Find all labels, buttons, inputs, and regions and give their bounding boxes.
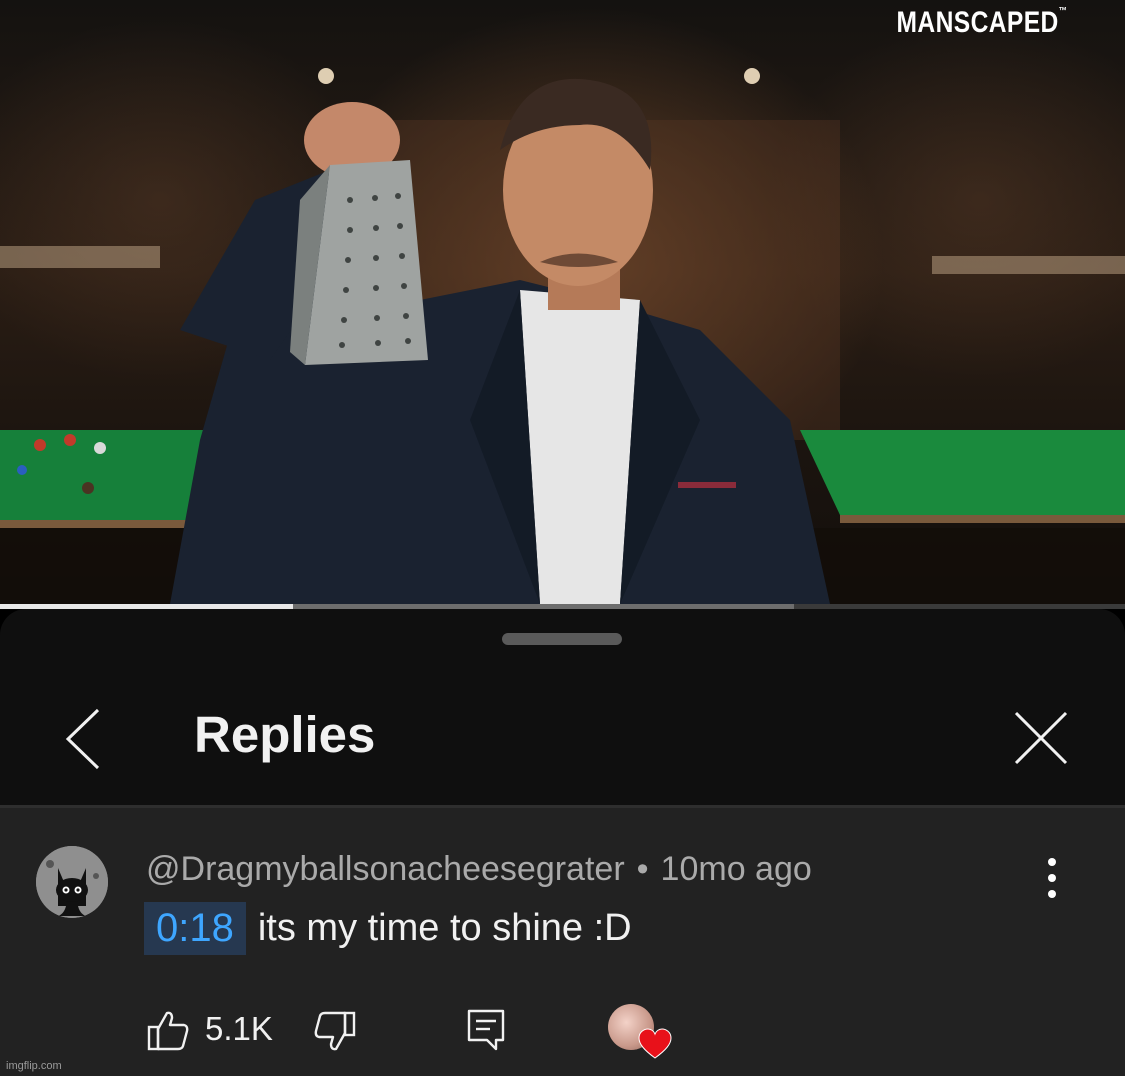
replies-sheet: Replies @Dragmyballsonacheesegrater • 10mo… — [0, 609, 1125, 1076]
more-vert-icon — [1034, 858, 1070, 898]
heart-icon — [638, 1028, 672, 1059]
comment-body: 0:18 its my time to shine :D — [144, 902, 632, 955]
comment-item: @Dragmyballsonacheesegrater • 10mo ago 0:1… — [0, 808, 1125, 1076]
creator-heart-badge — [608, 1004, 672, 1064]
cat-avatar-icon — [36, 846, 108, 918]
back-button[interactable] — [58, 704, 110, 774]
meta-separator: • — [636, 850, 649, 888]
drag-handle[interactable] — [502, 633, 622, 645]
chevron-left-icon — [65, 708, 100, 770]
more-options-button[interactable] — [1034, 858, 1070, 904]
dislike-button[interactable] — [313, 1010, 357, 1054]
thumbs-up-icon — [147, 1011, 189, 1051]
like-button[interactable] — [146, 1008, 190, 1052]
comment-meta: @Dragmyballsonacheesegrater • 10mo ago — [146, 850, 812, 889]
like-count: 5.1K — [205, 1010, 273, 1047]
page-title: Replies — [194, 706, 376, 763]
timestamp-link[interactable]: 0:18 — [144, 902, 246, 955]
avatar[interactable] — [36, 846, 108, 918]
video-frame — [0, 68, 1125, 604]
brand-logo: MANSCAPED™ — [896, 6, 1067, 39]
close-button[interactable] — [1008, 705, 1074, 771]
video-player[interactable]: MANSCAPED™ — [0, 0, 1125, 604]
thumbs-down-icon — [314, 1011, 356, 1051]
reply-button[interactable] — [466, 1008, 506, 1052]
comment-time: 10mo ago — [660, 850, 812, 888]
reply-icon — [467, 1009, 505, 1051]
comment-actions: 5.1K — [0, 998, 1125, 1068]
comment-text: its my time to shine :D — [257, 907, 632, 949]
comment-author[interactable]: @Dragmyballsonacheesegrater — [146, 850, 625, 888]
close-icon — [1014, 711, 1068, 765]
watermark: imgflip.com — [6, 1060, 62, 1072]
